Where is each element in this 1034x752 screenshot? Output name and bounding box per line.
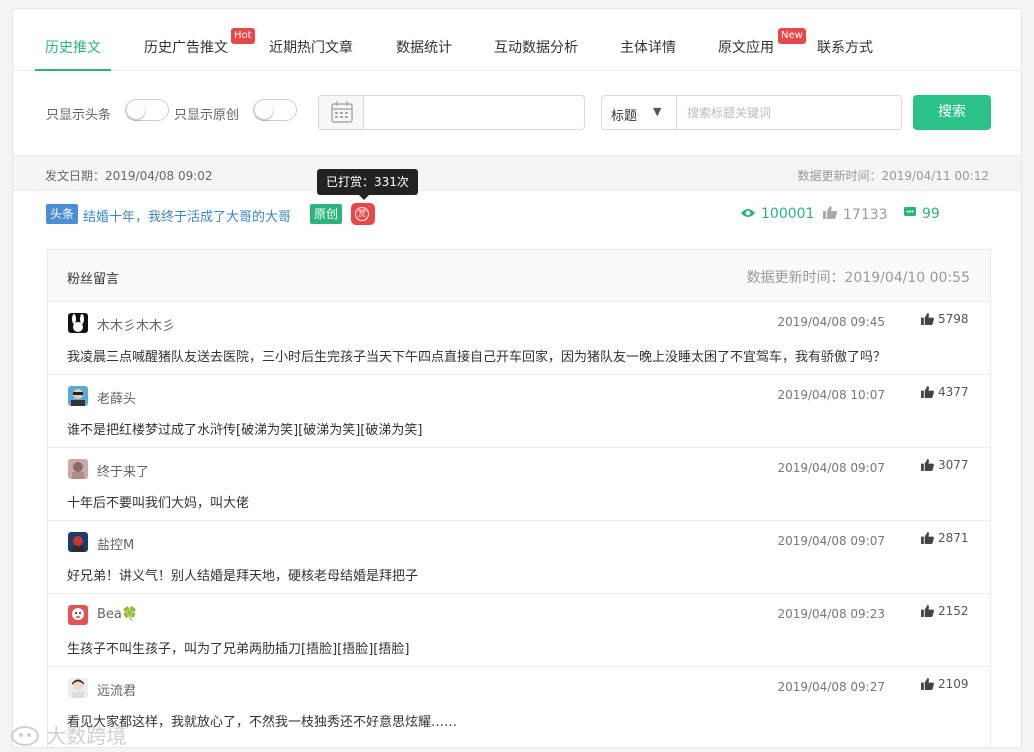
thumbs-up-icon	[921, 459, 934, 471]
toggle-knob	[127, 101, 145, 119]
original-only-label: 只显示原创	[174, 108, 240, 123]
thumbs-up-icon	[823, 206, 837, 223]
comment-item: 木木彡木木彡 2019/04/08 09:45 5798 我凌晨三点喊醒猪队友送…	[48, 302, 990, 375]
avatar	[68, 313, 88, 333]
headline-only-toggle[interactable]	[125, 99, 169, 121]
comment-author: 盐控M	[97, 538, 135, 553]
comment-time: 2019/04/08 09:07	[777, 461, 885, 475]
comment-author: 木木彡木木彡	[97, 319, 176, 334]
comment-item: 终于来了 2019/04/08 09:07 3077 十年后不要叫我们大妈，叫大…	[48, 448, 990, 521]
thumbs-up-icon	[921, 605, 934, 617]
views-stat: 100001	[741, 206, 814, 222]
avatar	[68, 605, 88, 625]
app-frame: 历史推文 历史广告推文 Hot 近期热门文章 数据统计 互动数据分析 主体详情 …	[12, 8, 1022, 748]
comment-time: 2019/04/08 10:07	[777, 388, 885, 402]
comment-icon	[904, 206, 916, 222]
headline-only-label: 只显示头条	[46, 108, 112, 123]
thumbs-up-icon	[921, 386, 934, 398]
tab-history-ads[interactable]: 历史广告推文	[144, 37, 228, 57]
post-date: 发文日期：2019/04/08 09:02	[45, 169, 213, 183]
comment-likes: 4377	[921, 385, 969, 399]
avatar	[68, 386, 88, 406]
comment-item: 老薛头 2019/04/08 10:07 4377 谁不是把红楼梦过成了水浒传[…	[48, 375, 990, 448]
comments-updated-time: 数据更新时间：2019/04/10 00:55	[746, 270, 971, 286]
comment-time: 2019/04/08 09:07	[777, 534, 885, 548]
comment-author: 老薛头	[97, 392, 137, 407]
article-title-link[interactable]: 结婚十年，我终于活成了大哥的大哥	[83, 206, 291, 225]
likes-count: 17133	[843, 207, 888, 223]
tab-entity-details[interactable]: 主体详情	[620, 37, 676, 57]
comment-text: 十年后不要叫我们大妈，叫大佬	[67, 496, 250, 511]
comment-time: 2019/04/08 09:23	[777, 607, 885, 621]
toggle-knob	[255, 101, 273, 119]
tab-history-posts[interactable]: 历史推文	[45, 37, 101, 57]
comment-likes: 5798	[921, 312, 969, 326]
search-input[interactable]	[676, 95, 902, 130]
views-count: 100001	[761, 206, 815, 222]
filter-bar: 只显示头条 只显示原创 标题 ▼ 搜索	[13, 71, 1021, 155]
comments-stat: 99	[904, 206, 940, 222]
comment-text: 好兄弟！讲义气！别人结婚是拜天地，硬核老母结婚是拜把子	[67, 569, 419, 584]
comment-author: Bea🍀	[97, 607, 139, 622]
avatar	[68, 459, 88, 479]
comment-likes: 2109	[921, 677, 969, 691]
search-field-select[interactable]: 标题 ▼	[601, 95, 677, 130]
thumbs-up-icon	[921, 313, 934, 325]
new-badge: New	[778, 28, 806, 44]
comments-count: 99	[922, 206, 940, 222]
eye-icon	[741, 206, 755, 222]
comment-text: 我凌晨三点喊醒猪队友送去医院，三小时后生完孩子当天下午四点直接自己开车回家，因为…	[67, 350, 887, 365]
post-date-bar: 发文日期：2019/04/08 09:02 数据更新时间：2019/04/11 …	[13, 155, 1021, 191]
comments-panel: 粉丝留言 数据更新时间：2019/04/10 00:55 木木彡木木彡 2019…	[47, 249, 991, 747]
original-tag: 原创	[310, 204, 343, 224]
top-nav: 历史推文 历史广告推文 Hot 近期热门文章 数据统计 互动数据分析 主体详情 …	[13, 9, 1021, 71]
article-row: 头条 结婚十年，我终于活成了大哥的大哥 原创 赏 100001 17133 99	[13, 191, 1021, 249]
tooltip-arrow	[359, 195, 369, 200]
reward-tooltip: 已打赏：331次	[317, 169, 418, 200]
comment-time: 2019/04/08 09:27	[777, 680, 885, 694]
tab-original-apps[interactable]: 原文应用	[718, 37, 774, 57]
thumbs-up-icon	[921, 678, 934, 690]
reward-icon[interactable]: 赏	[351, 203, 375, 225]
date-picker[interactable]	[318, 95, 585, 130]
watermark: 大数跨境	[10, 720, 126, 749]
calendar-icon[interactable]	[319, 96, 364, 129]
likes-stat: 17133	[823, 206, 888, 223]
caret-down-icon: ▼	[653, 105, 662, 118]
comment-time: 2019/04/08 09:45	[777, 315, 885, 329]
tab-statistics[interactable]: 数据统计	[396, 37, 452, 57]
hot-badge: Hot	[231, 28, 255, 44]
headline-tag: 头条	[46, 204, 79, 224]
tab-contact[interactable]: 联系方式	[817, 37, 873, 57]
comment-item: Bea🍀 2019/04/08 09:23 2152 生孩子不叫生孩子，叫为了兄…	[48, 594, 990, 667]
comment-likes: 2871	[921, 531, 969, 545]
comment-text: 谁不是把红楼梦过成了水浒传[破涕为笑][破涕为笑][破涕为笑]	[67, 423, 423, 438]
comments-header: 粉丝留言 数据更新时间：2019/04/10 00:55	[48, 250, 990, 302]
comment-likes: 3077	[921, 458, 969, 472]
comments-title: 粉丝留言	[67, 272, 120, 287]
select-value: 标题	[611, 109, 638, 124]
comment-item: 远流君 2019/04/08 09:27 2109 看见大家都这样，我就放心了，…	[48, 667, 990, 740]
original-only-toggle[interactable]	[253, 99, 297, 121]
search-button[interactable]: 搜索	[913, 95, 991, 130]
brand-logo-icon	[11, 726, 39, 746]
reward-tooltip-text: 已打赏：331次	[326, 175, 409, 189]
comment-text: 生孩子不叫生孩子，叫为了兄弟两肋插刀[捂脸][捂脸][捂脸]	[67, 642, 410, 657]
comment-likes: 2152	[921, 604, 969, 618]
tab-hot-articles[interactable]: 近期热门文章	[269, 37, 353, 57]
comment-author: 终于来了	[97, 465, 150, 480]
avatar	[68, 678, 88, 698]
comment-item: 盐控M 2019/04/08 09:07 2871 好兄弟！讲义气！别人结婚是拜…	[48, 521, 990, 594]
post-updated-time: 数据更新时间：2019/04/11 00:12	[797, 169, 989, 183]
avatar	[68, 532, 88, 552]
thumbs-up-icon	[921, 532, 934, 544]
comment-author: 远流君	[97, 684, 137, 699]
tab-interaction-analysis[interactable]: 互动数据分析	[494, 37, 578, 57]
